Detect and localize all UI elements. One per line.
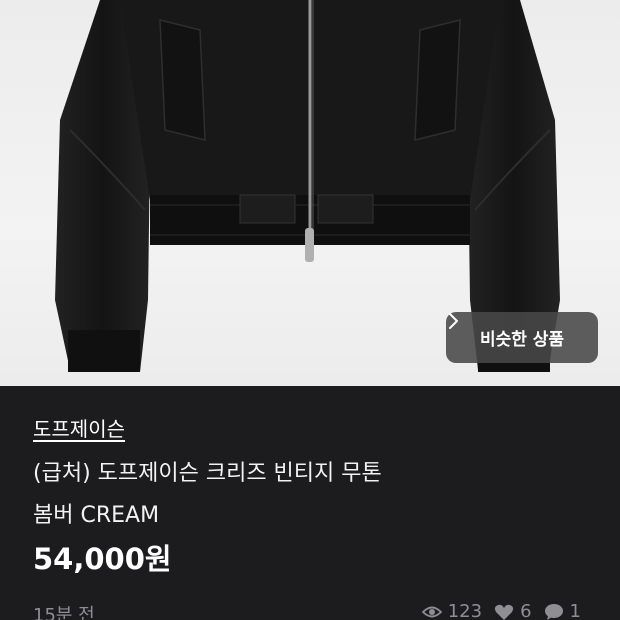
product-image[interactable]: 비슷한 상품 [0, 0, 620, 386]
meta-row: 15분 전 123 6 1 [33, 601, 587, 620]
chevron-right-icon [449, 313, 458, 329]
product-info: 도프제이슨 (급처) 도프제이슨 크리즈 빈티지 무톤 봄버 CREAM 54,… [0, 386, 620, 620]
posted-time: 15분 전 [33, 605, 95, 620]
heart-icon [494, 604, 514, 620]
similar-products-button[interactable]: 비슷한 상품 [446, 312, 598, 363]
store-name-link[interactable]: 도프제이슨 [33, 413, 125, 442]
similar-products-label: 비슷한 상품 [479, 330, 565, 350]
stats: 123 6 1 [421, 601, 587, 620]
product-title: (급처) 도프제이슨 크리즈 빈티지 무톤 봄버 CREAM [33, 453, 573, 537]
product-title-line1: (급처) 도프제이슨 크리즈 빈티지 무톤 [33, 461, 382, 486]
product-price: 54,000원 [33, 542, 172, 576]
view-count: 123 [447, 601, 483, 620]
chat-count: 1 [569, 601, 581, 620]
eye-icon [421, 606, 442, 617]
product-title-line2: 봄버 CREAM [33, 503, 160, 528]
like-count: 6 [520, 601, 532, 620]
chat-icon [544, 603, 563, 620]
